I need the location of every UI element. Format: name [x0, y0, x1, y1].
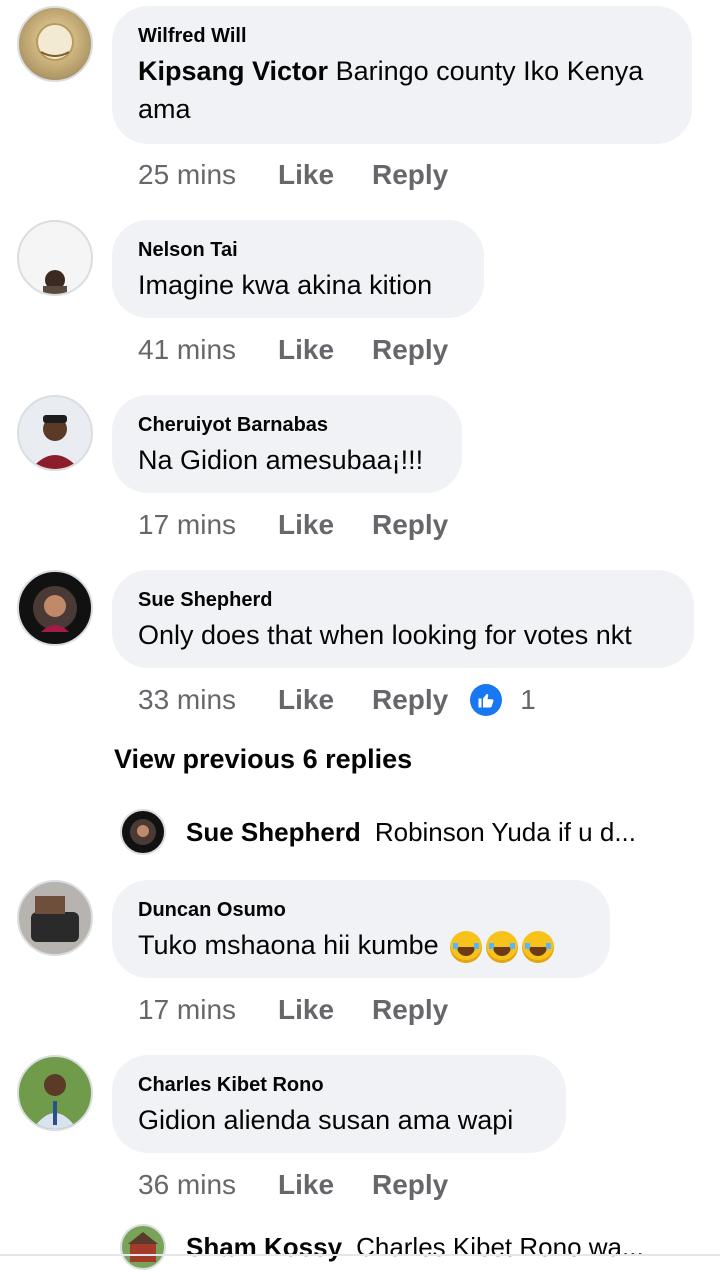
reply-button[interactable]: Reply — [372, 334, 448, 366]
comment-bubble[interactable]: Nelson Tai Imagine kwa akina kition — [112, 220, 484, 318]
comment-text: Gidion alienda susan ama wapi — [138, 1105, 514, 1135]
laughing-emoji-icon — [486, 930, 519, 963]
reply-snippet: Charles Kibet Rono wa... — [356, 1231, 644, 1262]
avatar[interactable] — [17, 395, 93, 471]
reply-preview[interactable]: Sham Kossy Charles Kibet Rono wa... — [120, 1222, 700, 1272]
comment-bubble[interactable]: Cheruiyot Barnabas Na Gidion amesubaa¡!!… — [112, 395, 462, 493]
like-button[interactable]: Like — [278, 1169, 372, 1201]
avatar[interactable] — [17, 880, 93, 956]
reply-button[interactable]: Reply — [372, 684, 448, 716]
comment-actions: 25 mins Like Reply — [138, 157, 448, 193]
timestamp[interactable]: 17 mins — [138, 509, 278, 541]
like-button[interactable]: Like — [278, 159, 372, 191]
timestamp[interactable]: 41 mins — [138, 334, 278, 366]
avatar[interactable] — [17, 6, 93, 82]
timestamp[interactable]: 17 mins — [138, 994, 278, 1026]
reply-preview[interactable]: Sue Shepherd Robinson Yuda if u d... — [120, 807, 700, 857]
comment-bubble[interactable]: Sue Shepherd Only does that when looking… — [112, 570, 694, 668]
like-thumb-icon — [470, 684, 503, 716]
reply-author[interactable]: Sue Shepherd — [186, 817, 361, 848]
comment-actions: 36 mins Like Reply — [138, 1167, 448, 1203]
timestamp[interactable]: 33 mins — [138, 684, 278, 716]
like-button[interactable]: Like — [278, 509, 372, 541]
comment-text: Na Gidion amesubaa¡!!! — [138, 445, 424, 475]
avatar[interactable] — [17, 220, 93, 296]
comment-author[interactable]: Wilfred Will — [138, 24, 666, 48]
timestamp[interactable]: 25 mins — [138, 159, 278, 191]
comment-text: Kipsang Victor Baringo county Iko Kenya … — [138, 56, 644, 124]
like-button[interactable]: Like — [278, 684, 372, 716]
comment-author[interactable]: Nelson Tai — [138, 238, 458, 262]
comment-author[interactable]: Cheruiyot Barnabas — [138, 413, 436, 437]
timestamp[interactable]: 36 mins — [138, 1169, 278, 1201]
comment-bubble[interactable]: Wilfred Will Kipsang Victor Baringo coun… — [112, 6, 692, 144]
comment-actions: 41 mins Like Reply — [138, 332, 448, 368]
like-button[interactable]: Like — [278, 334, 372, 366]
comment-actions: 17 mins Like Reply — [138, 507, 448, 543]
view-previous-replies-link[interactable]: View previous 6 replies — [114, 744, 412, 775]
comment-author[interactable]: Duncan Osumo — [138, 898, 584, 922]
comment-author[interactable]: Charles Kibet Rono — [138, 1073, 540, 1097]
reply-snippet: Robinson Yuda if u d... — [374, 816, 636, 847]
reply-button[interactable]: Reply — [372, 509, 448, 541]
comment-actions: 17 mins Like Reply — [138, 992, 448, 1028]
reply-button[interactable]: Reply — [372, 994, 448, 1026]
avatar[interactable] — [17, 570, 93, 646]
bottom-divider — [0, 1254, 720, 1256]
comment-text: Imagine kwa akina kition — [138, 270, 433, 300]
reaction-count: 1 — [520, 684, 536, 715]
laughing-emoji-icon — [450, 930, 483, 963]
comment-bubble[interactable]: Charles Kibet Rono Gidion alienda susan … — [112, 1055, 566, 1153]
reply-author[interactable]: Sham Kossy — [186, 1232, 342, 1263]
comment-bubble[interactable]: Duncan Osumo Tuko mshaona hii kumbe — [112, 880, 610, 978]
comment-text: Tuko mshaona hii kumbe — [138, 926, 584, 964]
comment-text: Only does that when looking for votes nk… — [138, 620, 632, 650]
comment-actions: 33 mins Like Reply 1 — [138, 682, 536, 718]
laughing-emoji-icon — [522, 930, 555, 963]
comment-author[interactable]: Sue Shepherd — [138, 588, 668, 612]
reply-button[interactable]: Reply — [372, 1169, 448, 1201]
reply-button[interactable]: Reply — [372, 159, 448, 191]
avatar — [120, 809, 166, 855]
avatar[interactable] — [17, 1055, 93, 1131]
reaction-summary[interactable]: 1 — [470, 684, 536, 716]
avatar — [120, 1224, 166, 1270]
like-button[interactable]: Like — [278, 994, 372, 1026]
mention-link[interactable]: Kipsang Victor — [138, 56, 328, 86]
